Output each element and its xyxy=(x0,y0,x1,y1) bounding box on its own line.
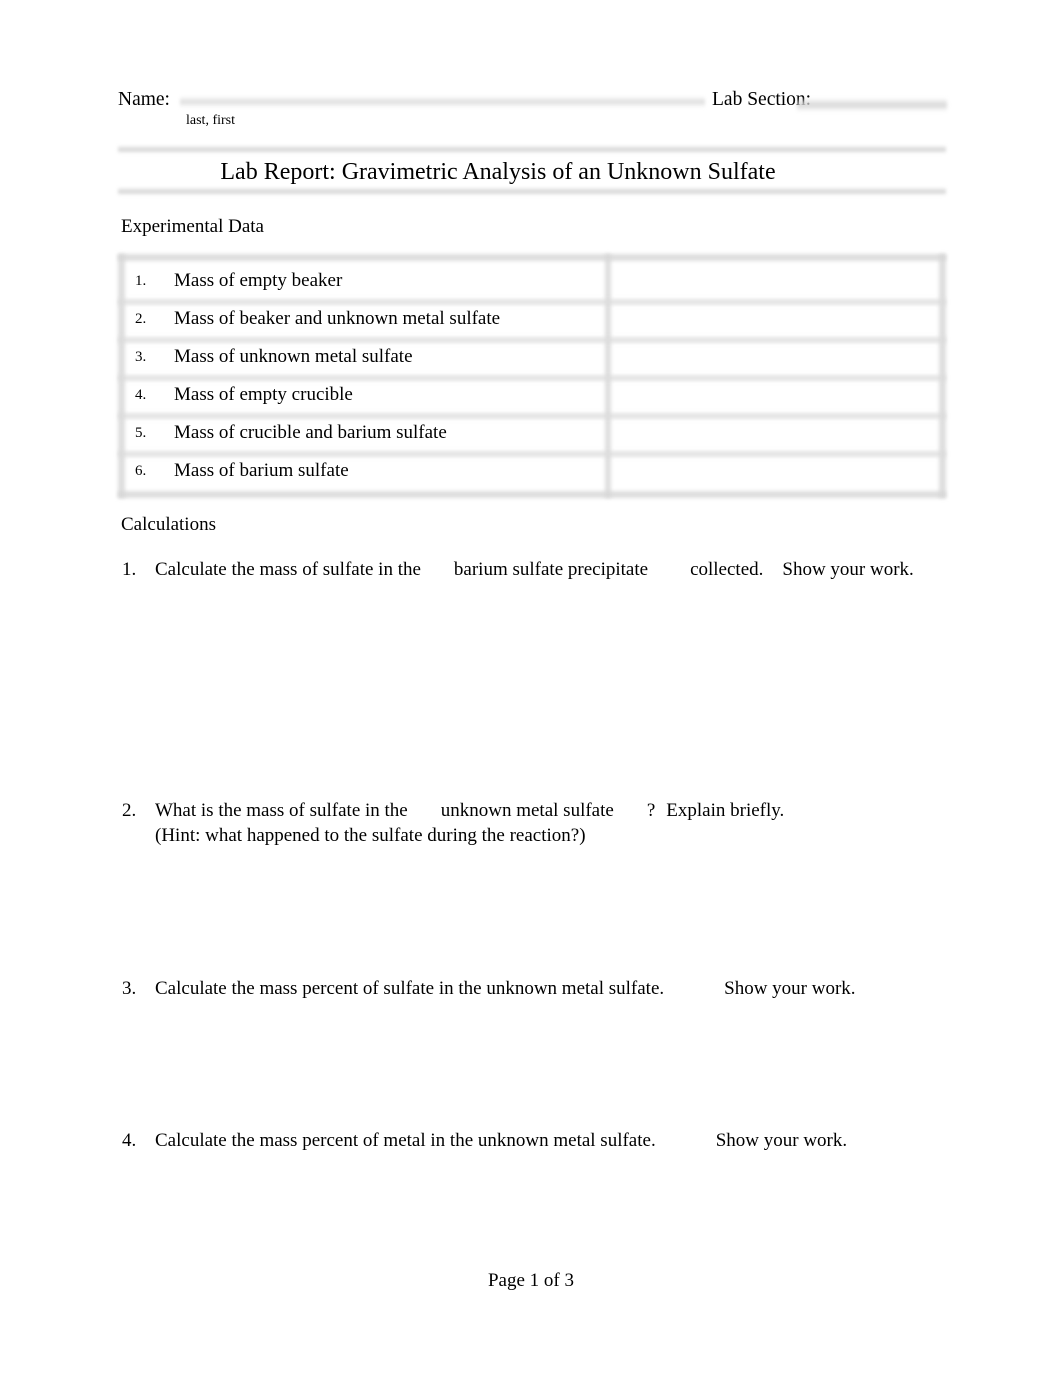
table-row: 6. Mass of barium sulfate xyxy=(118,452,605,490)
table-border-bottom xyxy=(118,491,946,498)
question-text-part: unknown metal sulfate xyxy=(440,800,614,821)
page-footer: Page 1 of 3 xyxy=(487,1270,574,1291)
title-rule-top xyxy=(118,145,946,154)
table-row-label: Mass of crucible and barium sulfate xyxy=(174,422,447,443)
table-row-number: 4. xyxy=(135,387,147,403)
question-item: 2. What is the mass of sulfate in the un… xyxy=(122,798,952,848)
table-answer-cell[interactable] xyxy=(611,376,939,414)
table-row: 4. Mass of empty crucible xyxy=(118,376,605,414)
lab-section-input-line[interactable] xyxy=(797,98,947,112)
table-row: 3. Mass of unknown metal sulfate xyxy=(118,338,605,376)
question-text-part: Show your work. xyxy=(724,978,856,999)
question-text-part: What is the mass of sulfate in the xyxy=(155,800,408,821)
table-row-label: Mass of empty crucible xyxy=(174,384,353,405)
table-row-number: 5. xyxy=(135,425,147,441)
table-border-top xyxy=(118,254,946,261)
question-text-part: ? xyxy=(646,800,656,821)
header-fields: Name: last, first Lab Section: xyxy=(118,88,948,138)
name-label: Name: xyxy=(118,89,170,110)
table-row-number: 6. xyxy=(135,463,147,479)
question-text-part: barium sulfate precipitate xyxy=(453,559,649,580)
table-row: 2. Mass of beaker and unknown metal sulf… xyxy=(118,300,605,338)
table-row-label: Mass of beaker and unknown metal sulfate xyxy=(174,308,501,329)
table-row-label: Mass of empty beaker xyxy=(174,270,343,291)
table-row-label: Mass of barium sulfate xyxy=(174,460,349,481)
question-hint: (Hint: what happened to the sulfate duri… xyxy=(155,825,586,846)
question-number: 2. xyxy=(122,800,137,821)
table-row-number: 2. xyxy=(135,311,147,327)
table-answer-cell[interactable] xyxy=(611,452,939,490)
experimental-data-heading: Experimental Data xyxy=(121,216,264,237)
question-number: 3. xyxy=(122,978,137,999)
question-item: 4. Calculate the mass percent of metal i… xyxy=(122,1128,952,1153)
question-text-part: Calculate the mass percent of sulfate in… xyxy=(155,978,665,999)
table-row-number: 1. xyxy=(135,273,147,289)
table-answer-cell[interactable] xyxy=(611,300,939,338)
experimental-data-table: 1. Mass of empty beaker 2. Mass of beake… xyxy=(118,254,946,498)
question-item: 1. Calculate the mass of sulfate in the … xyxy=(122,557,952,582)
name-input-line[interactable] xyxy=(180,96,705,108)
calculations-heading: Calculations xyxy=(121,514,216,535)
question-text-part: collected. xyxy=(690,559,764,580)
question-item: 3. Calculate the mass percent of sulfate… xyxy=(122,976,952,1001)
question-number: 1. xyxy=(122,559,137,580)
title-banner: Lab Report: Gravimetric Analysis of an U… xyxy=(118,143,946,201)
table-row-label: Mass of unknown metal sulfate xyxy=(174,346,413,367)
document-title: Lab Report: Gravimetric Analysis of an U… xyxy=(220,159,776,185)
question-text-part: Calculate the mass of sulfate in the xyxy=(155,559,421,580)
question-text-part: Explain briefly. xyxy=(666,800,785,821)
question-text-part: Calculate the mass percent of metal in t… xyxy=(155,1130,656,1151)
question-number: 4. xyxy=(122,1130,137,1151)
table-row-number: 3. xyxy=(135,349,147,365)
question-text-part: Show your work. xyxy=(782,559,914,580)
table-answer-cell[interactable] xyxy=(611,262,939,300)
question-text-part: Show your work. xyxy=(715,1130,848,1151)
title-rule-bottom xyxy=(118,187,946,196)
table-answer-cell[interactable] xyxy=(611,414,939,452)
document-page: Name: last, first Lab Section: Lab Repor… xyxy=(0,0,1062,1377)
name-format-hint: last, first xyxy=(186,113,235,128)
table-answer-cell[interactable] xyxy=(611,338,939,376)
table-row: 5. Mass of crucible and barium sulfate xyxy=(118,414,605,452)
table-row: 1. Mass of empty beaker xyxy=(118,262,605,300)
